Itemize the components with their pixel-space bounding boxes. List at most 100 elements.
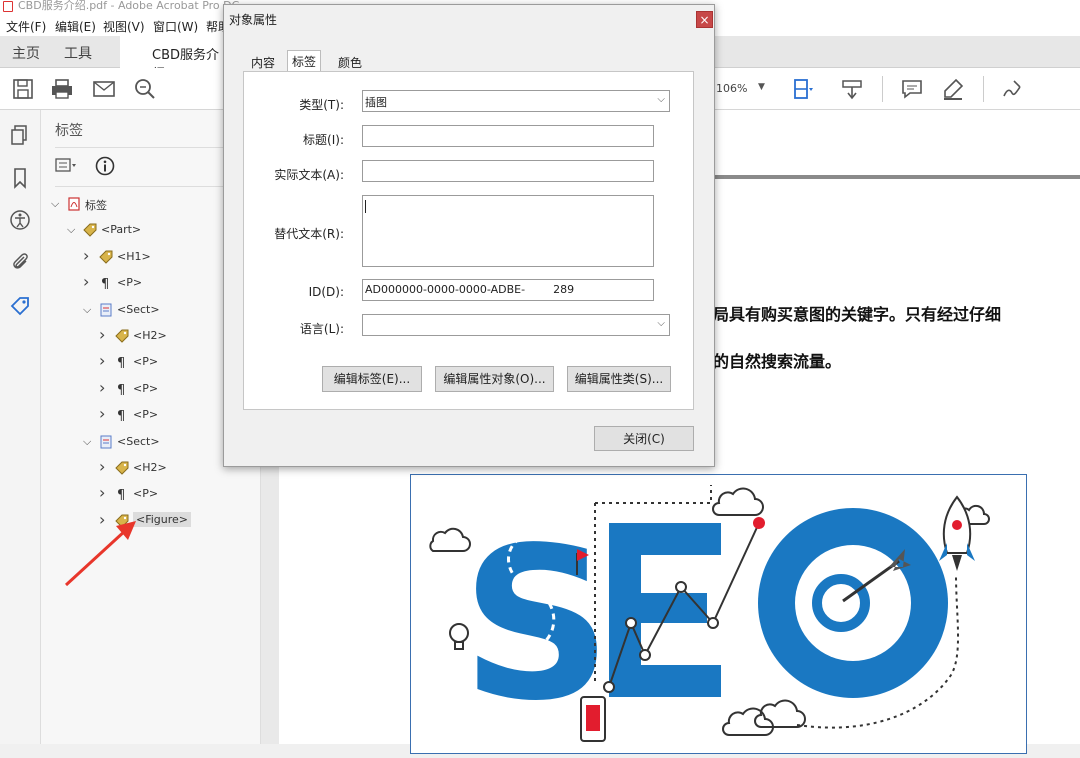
tab-content[interactable]: 内容 <box>247 52 279 72</box>
comment-icon[interactable] <box>900 77 924 101</box>
tree-node-label: <H2> <box>133 461 167 474</box>
type-label: 类型(T): <box>299 98 344 112</box>
panel-title: 标签 <box>55 123 83 139</box>
accessibility-icon[interactable] <box>9 209 31 231</box>
print-icon[interactable] <box>50 77 74 101</box>
tab-tags[interactable]: 标签 <box>287 50 322 73</box>
tag-icon <box>99 250 113 264</box>
chevron-down-icon[interactable]: ⌵ <box>51 197 59 211</box>
options-menu-icon[interactable] <box>55 157 77 175</box>
document-text-line: 局具有购买意图的关键字。只有经过仔细 <box>713 305 1002 324</box>
menu-window[interactable]: 窗口(W) <box>153 18 198 35</box>
chevron-right-icon[interactable]: › <box>99 351 105 370</box>
svg-text:¶: ¶ <box>117 356 125 369</box>
language-select[interactable]: ⌵ <box>362 314 670 336</box>
page-edge <box>715 175 1080 179</box>
tree-node[interactable]: › ¶ <P> <box>99 483 251 506</box>
email-icon[interactable] <box>92 77 116 101</box>
chevron-right-icon[interactable]: › <box>99 483 105 502</box>
close-button[interactable]: 关闭(C) <box>594 426 694 451</box>
tree-node-label: <Part> <box>101 223 142 237</box>
tree-node-label: <Sect> <box>117 434 160 448</box>
tree-node[interactable]: ⌵ 标签 <box>51 194 251 216</box>
para-icon: ¶ <box>115 382 129 398</box>
page-fit-icon[interactable] <box>791 77 815 101</box>
edit-attribute-classes-button[interactable]: 编辑属性类(S)... <box>567 366 671 392</box>
language-label: 语言(L): <box>299 322 344 336</box>
zoom-dropdown-icon[interactable]: ▼ <box>758 82 765 92</box>
tree-node-label: <Figure> <box>133 511 192 527</box>
menu-edit[interactable]: 编辑(E) <box>55 18 96 35</box>
chevron-right-icon[interactable]: › <box>99 404 105 423</box>
chevron-right-icon[interactable]: › <box>99 378 105 397</box>
zoom-level[interactable]: 106% <box>716 82 747 95</box>
window-title: CBD服务介绍.pdf - Adobe Acrobat Pro DC <box>18 0 240 12</box>
edit-attribute-objects-button[interactable]: 编辑属性对象(O)... <box>435 366 554 392</box>
tree-node-label: <P> <box>133 487 159 501</box>
actual-text-field[interactable] <box>362 160 654 182</box>
tag-icon <box>115 514 129 528</box>
pages-icon[interactable] <box>9 124 31 146</box>
tree-node-label: <P> <box>133 381 159 395</box>
tree-node[interactable]: › <Figure> <box>99 510 251 533</box>
chevron-right-icon[interactable]: › <box>99 325 105 344</box>
tree-node-label: 标签 <box>85 199 107 212</box>
para-icon: ¶ <box>115 487 129 503</box>
svg-text:¶: ¶ <box>117 383 125 396</box>
chevron-down-icon[interactable]: ⌵ <box>83 435 91 449</box>
svg-text:¶: ¶ <box>117 488 125 501</box>
close-icon[interactable]: × <box>696 11 713 28</box>
scroll-icon[interactable] <box>840 77 864 101</box>
tree-node-label: <P> <box>133 355 159 369</box>
highlight-icon[interactable] <box>941 77 965 101</box>
seo-figure[interactable]: S <box>410 474 1027 754</box>
tree-node-label: <H1> <box>117 249 151 263</box>
edit-tag-button[interactable]: 编辑标签(E)... <box>322 366 422 392</box>
type-select[interactable]: 插图 ⌵ <box>362 90 670 112</box>
pdf-icon <box>67 197 81 211</box>
tags-icon[interactable] <box>9 295 31 317</box>
title-field[interactable] <box>362 125 654 147</box>
actual-text-label: 实际文本(A): <box>274 168 344 182</box>
tab-color[interactable]: 颜色 <box>334 52 366 72</box>
chevron-right-icon[interactable]: › <box>99 510 105 529</box>
tag-icon <box>83 223 97 238</box>
tab-tools[interactable]: 工具 <box>64 43 92 63</box>
chevron-down-icon: ⌵ <box>657 94 665 105</box>
info-icon[interactable] <box>95 156 115 176</box>
zoom-search-icon[interactable] <box>133 77 157 101</box>
alt-text-label: 替代文本(R): <box>274 227 344 241</box>
tab-home[interactable]: 主页 <box>12 43 40 63</box>
dialog-title: 对象属性 <box>229 13 278 27</box>
toolbar-divider <box>983 76 984 102</box>
seo-illustration: S <box>429 485 990 747</box>
menu-file[interactable]: 文件(F) <box>6 18 46 35</box>
tags-tab-page: 类型(T): 插图 ⌵ 标题(I): 实际文本(A): 替代文本(R): ID(… <box>243 71 694 410</box>
pdf-icon <box>3 1 13 12</box>
tree-node-label: <P> <box>133 408 159 422</box>
toolbar-divider <box>882 76 883 102</box>
menu-view[interactable]: 视图(V) <box>103 18 145 35</box>
left-navigation-rail <box>0 110 41 744</box>
id-label: ID(D): <box>308 285 344 299</box>
sign-icon[interactable] <box>1000 77 1024 101</box>
chevron-right-icon[interactable]: › <box>83 272 89 291</box>
tag-icon <box>115 329 129 343</box>
title-label: 标题(I): <box>303 133 344 147</box>
chevron-right-icon[interactable]: › <box>99 457 105 476</box>
tree-node-label: <P> <box>117 276 143 290</box>
para-icon: ¶ <box>99 276 113 292</box>
chevron-down-icon[interactable]: ⌵ <box>83 303 91 317</box>
chevron-right-icon[interactable]: › <box>83 246 89 265</box>
alt-text-field[interactable] <box>362 195 654 267</box>
text-cursor <box>365 200 366 213</box>
chevron-down-icon[interactable]: ⌵ <box>67 223 75 237</box>
tree-node-label: <H2> <box>133 329 167 342</box>
save-icon[interactable] <box>11 77 35 101</box>
bookmark-icon[interactable] <box>9 167 31 189</box>
document-text-line: 的自然搜索流量。 <box>713 352 842 371</box>
para-icon: ¶ <box>115 355 129 371</box>
tab-document[interactable]: CBD服务介绍 <box>120 36 226 82</box>
id-field[interactable]: AD000000-0000-0000-ADBE- 289 <box>362 279 654 301</box>
attachment-icon[interactable] <box>9 251 31 273</box>
